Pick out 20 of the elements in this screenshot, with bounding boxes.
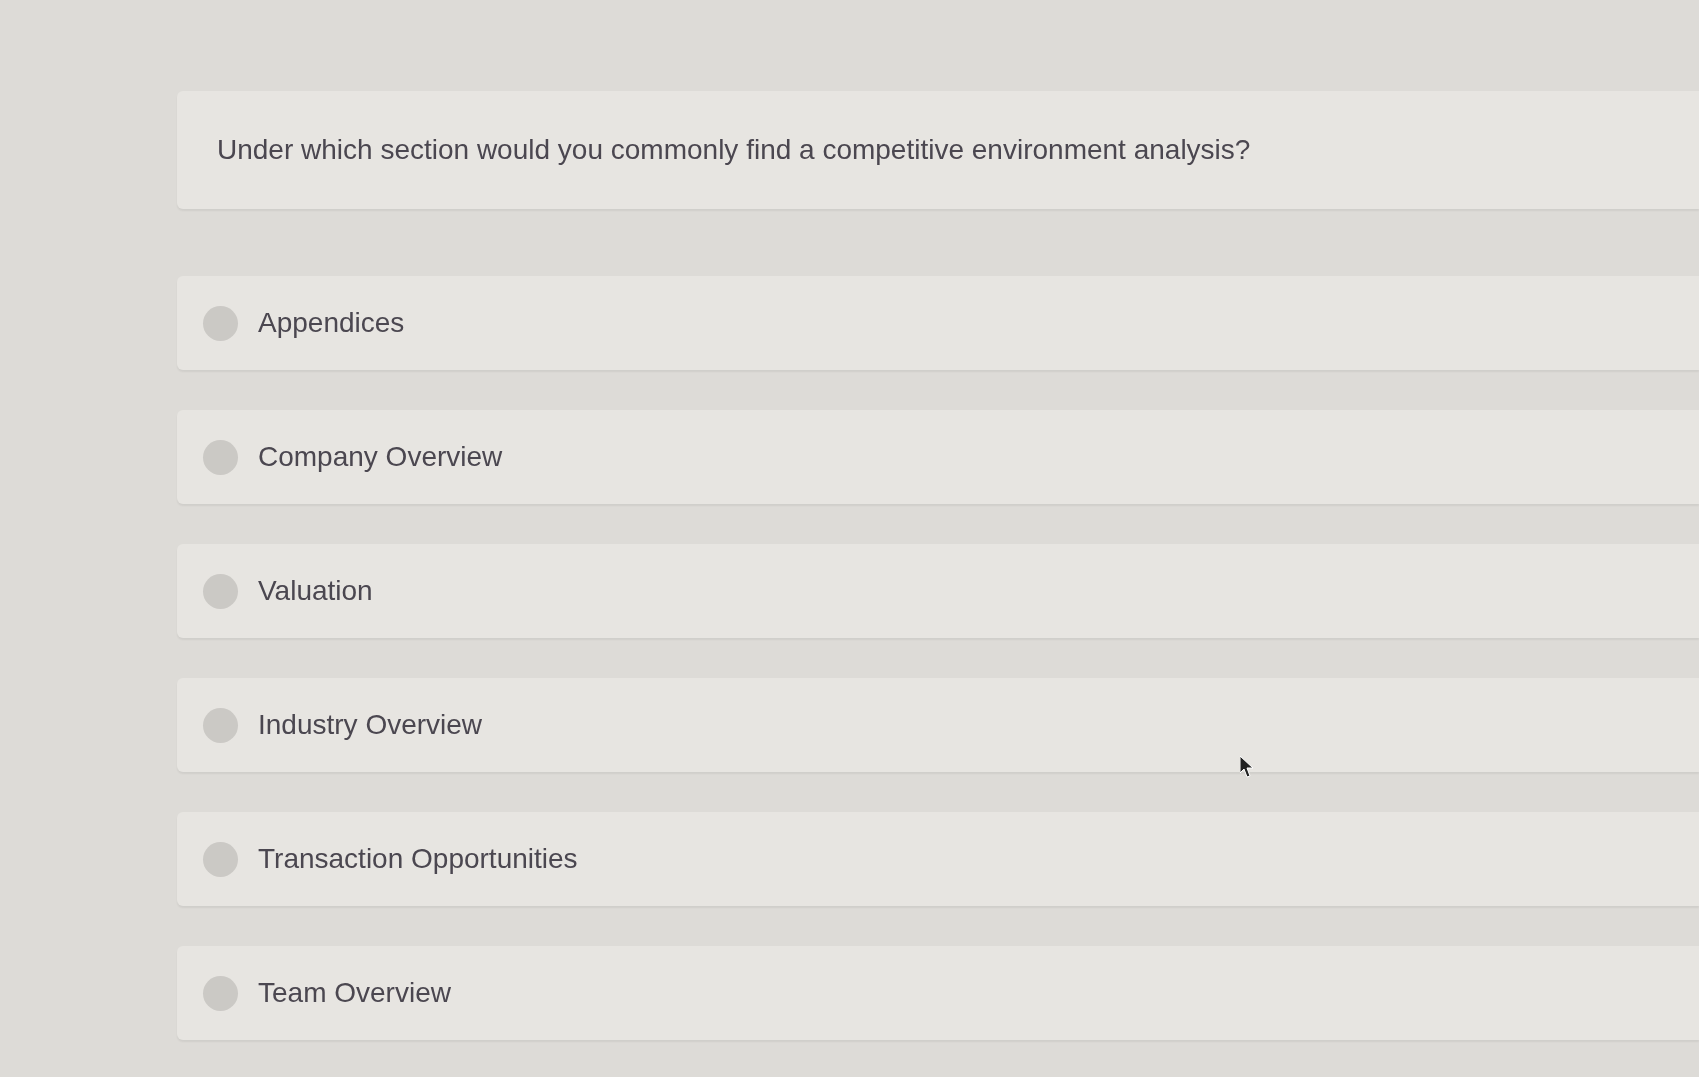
answer-option[interactable]: Appendices (177, 276, 1699, 370)
answer-option[interactable]: Team Overview (177, 946, 1699, 1040)
radio-icon[interactable] (203, 975, 238, 1011)
option-label: Team Overview (258, 976, 451, 1010)
answer-option[interactable]: Industry Overview (177, 678, 1699, 772)
option-label: Valuation (258, 574, 373, 608)
radio-icon[interactable] (203, 707, 238, 743)
option-label: Industry Overview (258, 708, 483, 742)
option-label: Company Overview (258, 440, 503, 474)
radio-icon[interactable] (203, 439, 238, 475)
mouse-pointer-icon (1240, 756, 1254, 778)
option-label: Appendices (258, 306, 405, 340)
answer-option[interactable]: Transaction Opportunities (177, 812, 1699, 906)
radio-icon[interactable] (203, 573, 238, 609)
option-label: Transaction Opportunities (258, 842, 578, 876)
radio-icon[interactable] (203, 305, 238, 341)
radio-icon[interactable] (203, 841, 238, 877)
question-text: Under which section would you commonly find a competitive environment analysis? (217, 133, 1251, 167)
answer-option[interactable]: Company Overview (177, 410, 1699, 504)
answer-option[interactable]: Valuation (177, 544, 1699, 638)
